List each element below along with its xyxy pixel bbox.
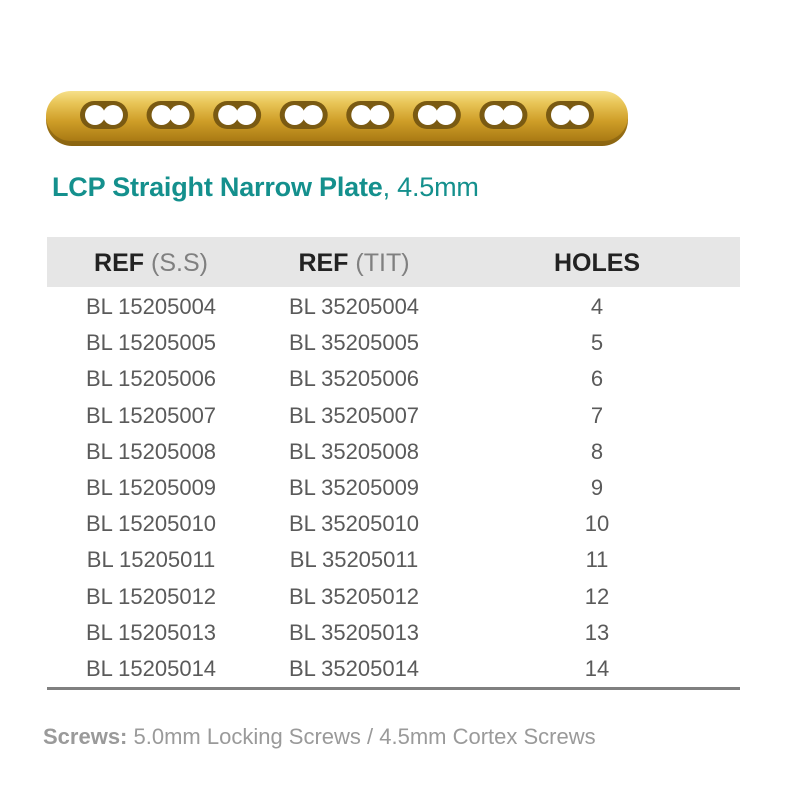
- plate-hole: [146, 101, 195, 129]
- bone-plate-icon: [46, 91, 628, 146]
- product-title-main: LCP Straight Narrow Plate: [52, 172, 383, 202]
- reference-table: REF (S.S) REF (TIT) HOLES BL 15205004 BL…: [47, 237, 740, 687]
- header-holes-strong: HOLES: [553, 249, 641, 277]
- table-row: BL 15205007 BL 35205007 7: [47, 398, 740, 434]
- cell-holes: 11: [585, 547, 609, 573]
- cell-holes: 5: [590, 330, 604, 356]
- cell-ref-ss: BL 15205007: [85, 402, 217, 428]
- table-row: BL 15205004 BL 35205004 4: [47, 289, 740, 325]
- header-ref-ss-light: (S.S): [144, 249, 208, 277]
- cell-ref-tit: BL 35205010: [288, 511, 420, 537]
- header-ref-tit-strong: REF: [298, 249, 349, 277]
- cell-holes: 10: [584, 511, 610, 537]
- cell-ref-tit: BL 35205004: [288, 294, 420, 319]
- table-row: BL 15205012 BL 35205012 12: [47, 579, 740, 615]
- cell-holes: 9: [590, 474, 604, 500]
- plate-hole: [412, 101, 461, 129]
- table-header: REF (S.S) REF (TIT) HOLES: [47, 237, 740, 287]
- product-title: LCP Straight Narrow Plate, 4.5mm: [52, 172, 479, 203]
- cell-ref-ss: BL 15205011: [86, 547, 216, 573]
- plate-hole: [80, 101, 128, 129]
- cell-ref-tit: BL 35205012: [288, 583, 420, 609]
- cell-ref-tit: BL 35205014: [288, 655, 420, 681]
- screws-note: Screws: 5.0mm Locking Screws / 4.5mm Cor…: [43, 724, 596, 750]
- table-row: BL 15205009 BL 35205009 9: [47, 470, 740, 506]
- table-row: BL 15205005 BL 35205005 5: [47, 325, 740, 361]
- cell-holes: 7: [590, 402, 604, 428]
- header-ref-tit-light: (TIT): [348, 249, 410, 277]
- plate-hole: [346, 101, 395, 129]
- cell-ref-ss: BL 15205010: [85, 511, 217, 537]
- cell-ref-tit: BL 35205013: [288, 619, 420, 645]
- cell-ref-ss: BL 15205008: [85, 438, 217, 464]
- cell-ref-tit: BL 35205006: [288, 366, 420, 392]
- table-row: BL 15205011 BL 35205011 11: [47, 542, 740, 578]
- cell-ref-ss: BL 15205013: [85, 619, 217, 645]
- table-row: BL 15205006 BL 35205006 6: [47, 361, 740, 397]
- plate-hole: [546, 101, 594, 129]
- cell-ref-ss: BL 15205009: [85, 474, 217, 500]
- screws-note-label: Screws:: [43, 724, 128, 749]
- product-title-size: , 4.5mm: [382, 172, 479, 202]
- plate-hole: [213, 101, 262, 129]
- cell-ref-tit: BL 35205005: [288, 330, 420, 356]
- bone-plate-image: [42, 86, 632, 156]
- screws-note-text: 5.0mm Locking Screws / 4.5mm Cortex Scre…: [127, 724, 596, 749]
- header-ref-ss-strong: REF: [94, 249, 145, 277]
- cell-ref-ss: BL 15205004: [85, 294, 217, 319]
- cell-holes: 4: [590, 294, 604, 319]
- table-row: BL 15205013 BL 35205013 13: [47, 615, 740, 651]
- cell-ref-ss: BL 15205006: [85, 366, 217, 392]
- cell-ref-ss: BL 15205012: [85, 583, 217, 609]
- table-body: BL 15205004 BL 35205004 4 BL 15205005 BL…: [47, 289, 740, 687]
- cell-holes: 8: [590, 438, 604, 464]
- plate-hole: [279, 101, 328, 129]
- plate-body: [46, 91, 628, 141]
- cell-ref-tit: BL 35205011: [289, 547, 419, 573]
- cell-holes: 12: [584, 583, 610, 609]
- cell-ref-tit: BL 35205008: [288, 438, 420, 464]
- header-holes: HOLES: [497, 237, 697, 287]
- table-row: BL 15205008 BL 35205008 8: [47, 434, 740, 470]
- cell-ref-tit: BL 35205007: [288, 402, 420, 428]
- table-row: BL 15205014 BL 35205014 14: [47, 651, 740, 687]
- cell-holes: 13: [584, 619, 610, 645]
- cell-holes: 14: [584, 655, 610, 681]
- cell-ref-tit: BL 35205009: [288, 474, 420, 500]
- cell-ref-ss: BL 15205005: [85, 330, 217, 356]
- table-bottom-divider: [47, 687, 740, 690]
- table-row: BL 15205010 BL 35205010 10: [47, 506, 740, 542]
- cell-holes: 6: [590, 366, 604, 392]
- header-ref-tit: REF (TIT): [250, 237, 458, 287]
- plate-hole: [479, 101, 528, 129]
- cell-ref-ss: BL 15205014: [85, 655, 217, 681]
- header-ref-ss: REF (S.S): [47, 237, 255, 287]
